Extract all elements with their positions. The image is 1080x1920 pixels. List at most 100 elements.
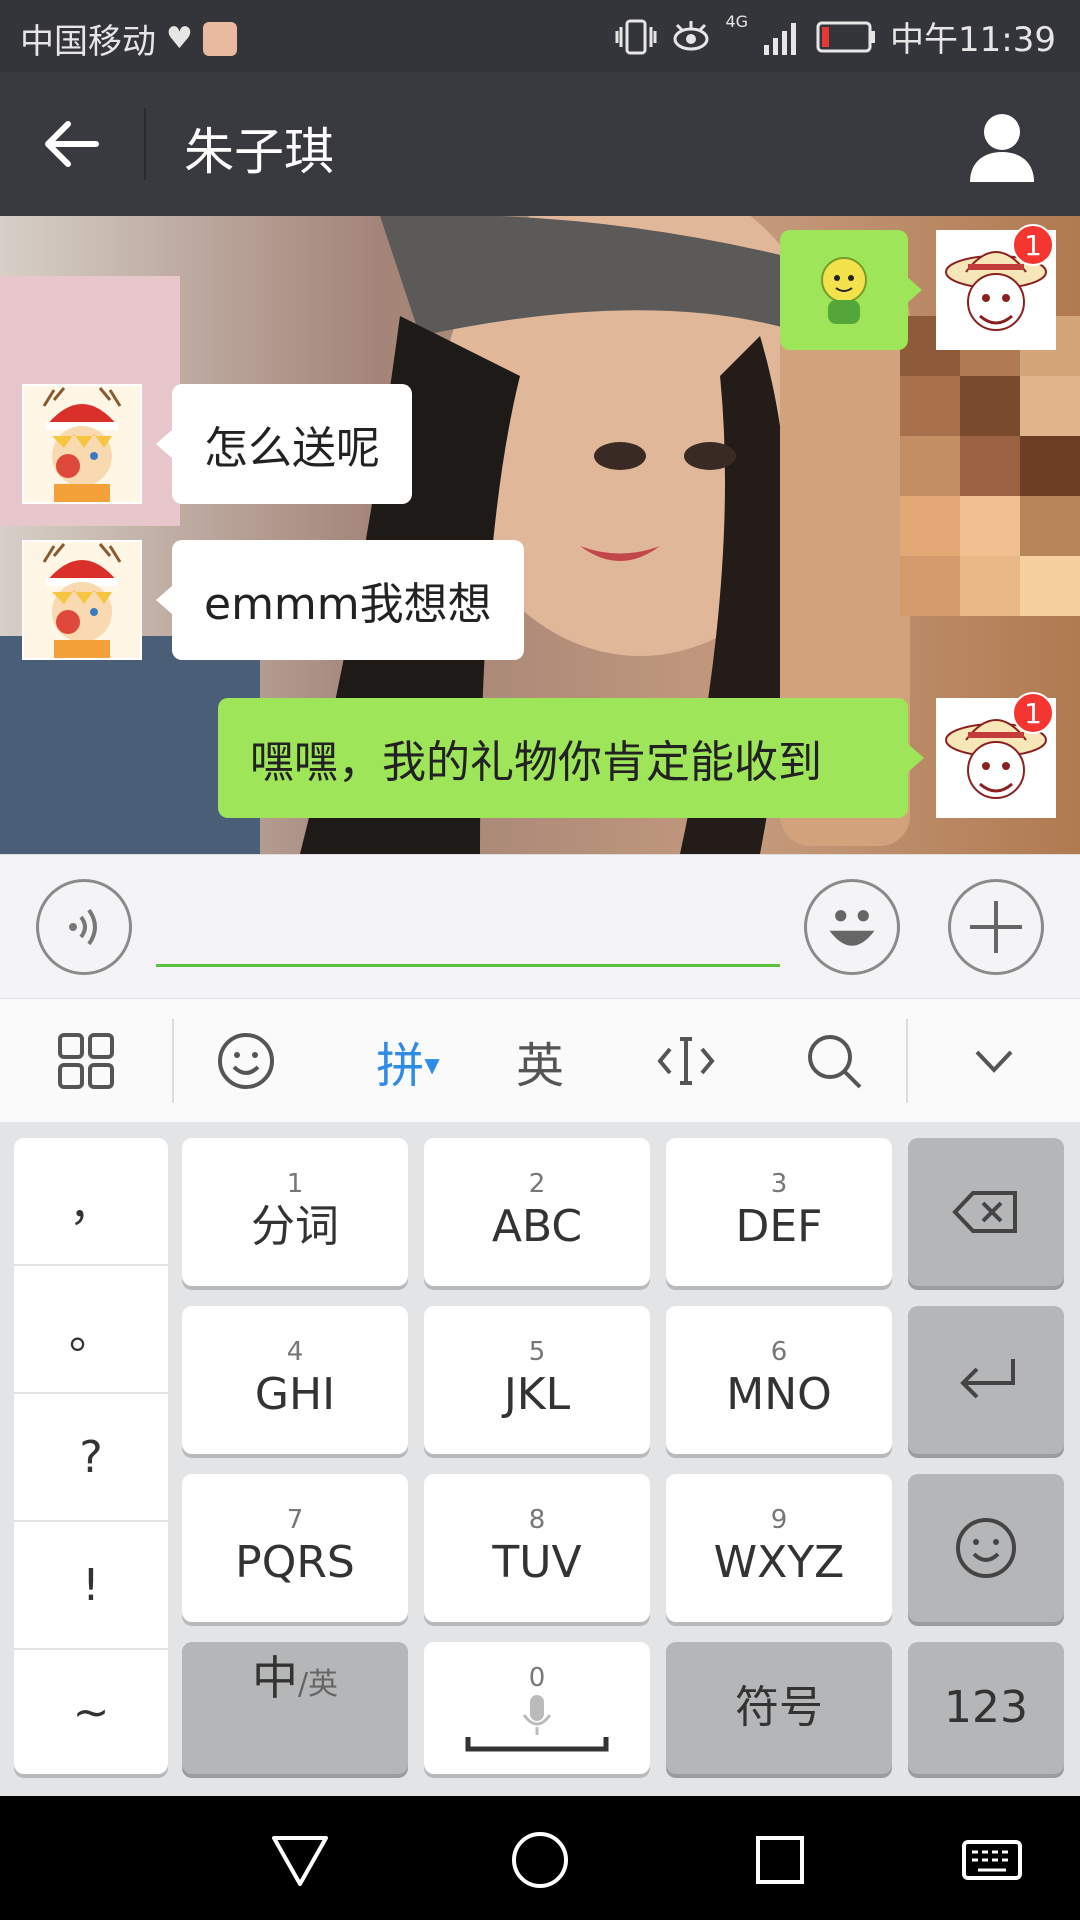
- key-4[interactable]: 4 GHI: [182, 1306, 408, 1454]
- hide-keyboard-button[interactable]: [954, 1021, 1034, 1101]
- ime-emoji-button[interactable]: [206, 1021, 286, 1101]
- key-number: 1: [286, 1169, 304, 1199]
- language-switch-key[interactable]: 中/英: [182, 1642, 408, 1774]
- message-bubble[interactable]: 嘿嘿，我的礼物你肯定能收到: [218, 698, 924, 818]
- naruto-avatar-image: [24, 386, 140, 502]
- key-label: 123: [944, 1682, 1028, 1733]
- status-right: 4G 中午11:39: [615, 12, 1056, 61]
- smiley-outline-icon: [956, 1518, 1016, 1578]
- key-label: PQRS: [235, 1537, 355, 1588]
- sticker-icon: [821, 257, 867, 324]
- numbers-key[interactable]: 123: [908, 1642, 1064, 1774]
- smiley-outline-icon: [218, 1033, 274, 1089]
- status-left: 中国移动 ♥: [20, 14, 237, 63]
- key-5[interactable]: 5 JKL: [424, 1306, 650, 1454]
- map-app-icon: [202, 21, 237, 56]
- key-number: 2: [528, 1169, 546, 1199]
- key-9[interactable]: 9 WXYZ: [666, 1474, 892, 1622]
- key-number: 8: [528, 1505, 546, 1535]
- recents-square-icon[interactable]: [748, 1828, 812, 1892]
- cursor-move-icon: [657, 1037, 715, 1085]
- signal-icon: [764, 22, 797, 55]
- unread-badge: 1: [1012, 692, 1054, 734]
- plus-icon: [970, 901, 1022, 953]
- more-button[interactable]: [948, 879, 1044, 975]
- keyboard-icon[interactable]: [960, 1828, 1024, 1892]
- pinyin-mode-button[interactable]: 拼 ▼: [358, 1021, 458, 1101]
- microphone-icon: [465, 1695, 609, 1752]
- keyboard: ， 。 ? ! ~ 1 分词 2 ABC 3 DEF 4 GHI 5 JKL 6 MNO 7…: [0, 1122, 1080, 1796]
- message-bubble[interactable]: 怎么送呢: [156, 384, 412, 504]
- english-label: 英: [515, 1038, 564, 1094]
- search-button[interactable]: [794, 1021, 874, 1101]
- key-number: 4: [286, 1337, 304, 1367]
- smiley-icon: [829, 910, 875, 946]
- key-number: 6: [770, 1337, 788, 1367]
- english-mode-button[interactable]: 英: [500, 1021, 580, 1101]
- clock: 中午11:39: [890, 20, 1056, 60]
- key-3[interactable]: 3 DEF: [666, 1138, 892, 1286]
- chat-area[interactable]: 1 怎么送呢 emmm我想想 嘿嘿，我的礼物你肯定能收到 1: [0, 216, 1080, 854]
- key-number: 9: [770, 1505, 788, 1535]
- symbols-key[interactable]: 符号: [666, 1642, 892, 1774]
- emoji-button[interactable]: [804, 879, 900, 975]
- punct-key[interactable]: ?: [14, 1394, 168, 1522]
- backspace-icon: [952, 1191, 1017, 1233]
- key-7[interactable]: 7 PQRS: [182, 1474, 408, 1622]
- home-circle-icon[interactable]: [508, 1828, 572, 1892]
- punct-key[interactable]: ~: [14, 1650, 168, 1774]
- battery-icon: [816, 21, 876, 52]
- key-number: 3: [770, 1169, 788, 1199]
- message-input[interactable]: [156, 891, 780, 967]
- emoji-key[interactable]: [908, 1474, 1064, 1622]
- key-label: GHI: [254, 1369, 336, 1420]
- voice-icon: [69, 908, 97, 946]
- sticker-bubble[interactable]: [780, 230, 908, 350]
- space-key[interactable]: 0: [424, 1642, 650, 1774]
- punct-key[interactable]: 。: [14, 1266, 168, 1394]
- enter-icon: [960, 1359, 1015, 1399]
- key-label: DEF: [735, 1201, 823, 1252]
- search-icon: [808, 1035, 862, 1089]
- lang-sub-label: /英: [297, 1667, 339, 1702]
- carrier-label: 中国移动: [20, 22, 156, 62]
- ime-menu-button[interactable]: [46, 1021, 126, 1101]
- key-label: JKL: [503, 1369, 571, 1420]
- sticker-bubble-tail: [906, 276, 922, 304]
- key-label: 符号: [735, 1682, 823, 1733]
- message-text: emmm我想想: [204, 579, 492, 630]
- punct-key[interactable]: ，: [14, 1138, 168, 1266]
- back-arrow-icon[interactable]: [40, 112, 104, 176]
- key-2[interactable]: 2 ABC: [424, 1138, 650, 1286]
- voice-button[interactable]: [36, 879, 132, 975]
- status-bar: 中国移动 ♥ 4G 中午11:39: [0, 0, 1080, 72]
- punctuation-column[interactable]: ， 。 ? ! ~: [14, 1138, 168, 1774]
- network-label: 4G: [725, 12, 749, 31]
- contact-avatar[interactable]: [22, 540, 142, 660]
- key-6[interactable]: 6 MNO: [666, 1306, 892, 1454]
- key-label: ABC: [491, 1201, 583, 1252]
- key-number: 7: [286, 1505, 304, 1535]
- back-triangle-icon[interactable]: [268, 1828, 332, 1892]
- enter-key[interactable]: [908, 1306, 1064, 1454]
- message-bubble[interactable]: emmm我想想: [156, 540, 524, 660]
- heart-icon: ♥: [166, 21, 193, 56]
- toolbar-divider: [172, 1019, 174, 1103]
- message-text: 怎么送呢: [204, 423, 380, 474]
- caret-down-icon: ▼: [424, 1053, 440, 1077]
- lang-main-label: 中: [251, 1651, 298, 1705]
- naruto-avatar-image: [24, 542, 140, 658]
- grid-icon: [58, 1033, 114, 1089]
- key-1[interactable]: 1 分词: [182, 1138, 408, 1286]
- toolbar-divider: [906, 1019, 908, 1103]
- profile-icon[interactable]: [964, 108, 1040, 184]
- punct-key[interactable]: !: [14, 1522, 168, 1650]
- pinyin-label: 拼: [376, 1038, 425, 1094]
- key-8[interactable]: 8 TUV: [424, 1474, 650, 1622]
- cursor-button[interactable]: [646, 1021, 726, 1101]
- key-label: TUV: [492, 1537, 582, 1588]
- backspace-key[interactable]: [908, 1138, 1064, 1286]
- navigation-bar: [0, 1796, 1080, 1920]
- contact-avatar[interactable]: [22, 384, 142, 504]
- chevron-down-icon: [975, 1050, 1013, 1073]
